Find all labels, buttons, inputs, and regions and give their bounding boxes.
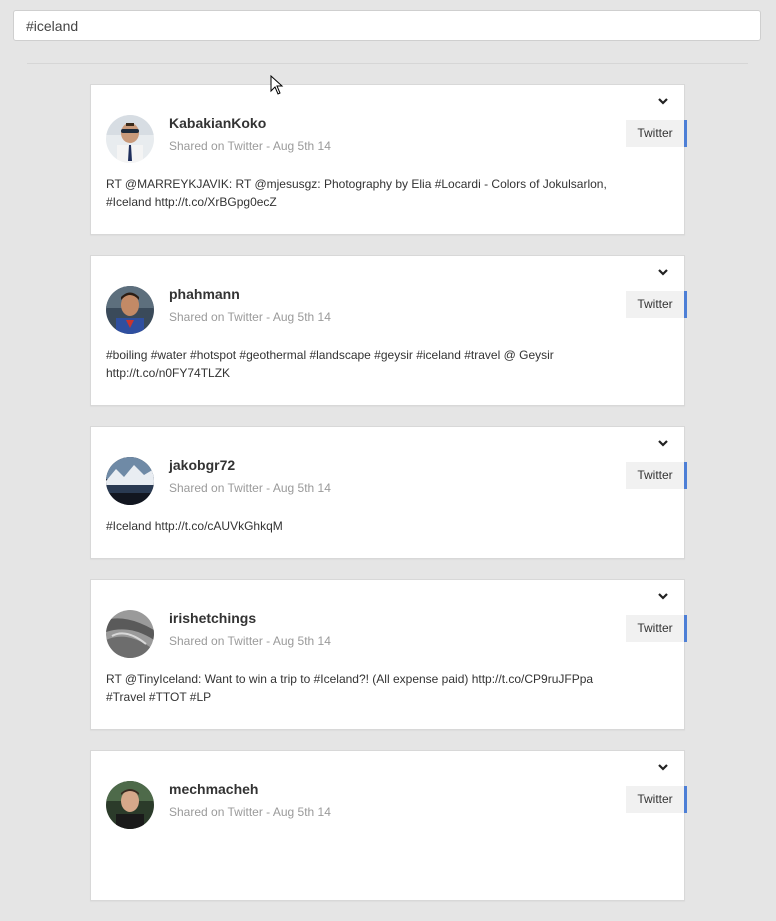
post-meta: Shared on Twitter - Aug 5th 14 [169,634,331,648]
mouse-cursor-icon [270,75,284,95]
avatar[interactable] [106,457,154,505]
post-text-line: RT @MARREYKJAVIK: RT @mjesusgz: Photogra… [106,177,607,191]
chevron-down-icon[interactable] [656,590,670,602]
username[interactable]: KabakianKoko [169,115,266,131]
post-card: phahmann Shared on Twitter - Aug 5th 14 … [90,255,687,406]
post-text-line: RT @TinyIceland: Want to win a trip to #… [106,672,594,686]
post-text: RT @TinyIceland: Want to win a trip to #… [106,670,646,706]
chevron-down-icon[interactable] [656,266,670,278]
post-text: #Iceland http://t.co/cAUVkGhkqM [106,517,646,535]
username[interactable]: irishetchings [169,610,256,626]
post-text-line: http://t.co/n0FY74TLZK [106,366,231,380]
source-tag[interactable]: Twitter [626,615,687,642]
post-meta: Shared on Twitter - Aug 5th 14 [169,481,331,495]
post-card: jakobgr72 Shared on Twitter - Aug 5th 14… [90,426,687,559]
post-card: irishetchings Shared on Twitter - Aug 5t… [90,579,687,730]
post-text: RT @MARREYKJAVIK: RT @mjesusgz: Photogra… [106,175,646,211]
source-tag[interactable]: Twitter [626,120,687,147]
avatar[interactable] [106,610,154,658]
chevron-down-icon[interactable] [656,761,670,773]
avatar[interactable] [106,781,154,829]
post-card: mechmacheh Shared on Twitter - Aug 5th 1… [90,750,687,901]
post-text: #boiling #water #hotspot #geothermal #la… [106,346,646,382]
chevron-down-icon[interactable] [656,95,670,107]
post-meta: Shared on Twitter - Aug 5th 14 [169,310,331,324]
username[interactable]: jakobgr72 [169,457,235,473]
username[interactable]: mechmacheh [169,781,258,797]
username[interactable]: phahmann [169,286,240,302]
post-meta: Shared on Twitter - Aug 5th 14 [169,805,331,819]
post-text-line: #Iceland http://t.co/cAUVkGhkqM [106,519,283,533]
avatar[interactable] [106,115,154,163]
source-tag[interactable]: Twitter [626,462,687,489]
chevron-down-icon[interactable] [656,437,670,449]
source-tag[interactable]: Twitter [626,291,687,318]
post-text-line: #Travel #TTOT #LP [106,690,212,704]
post-meta: Shared on Twitter - Aug 5th 14 [169,139,331,153]
avatar[interactable] [106,286,154,334]
post-text-line: #Iceland http://t.co/XrBGpg0ecZ [106,195,277,209]
search-input[interactable] [13,10,761,41]
source-tag[interactable]: Twitter [626,786,687,813]
post-text-line: #boiling #water #hotspot #geothermal #la… [106,348,554,362]
divider [27,63,748,64]
post-card: KabakianKoko Shared on Twitter - Aug 5th… [90,84,687,235]
post-feed: KabakianKoko Shared on Twitter - Aug 5th… [90,84,687,921]
